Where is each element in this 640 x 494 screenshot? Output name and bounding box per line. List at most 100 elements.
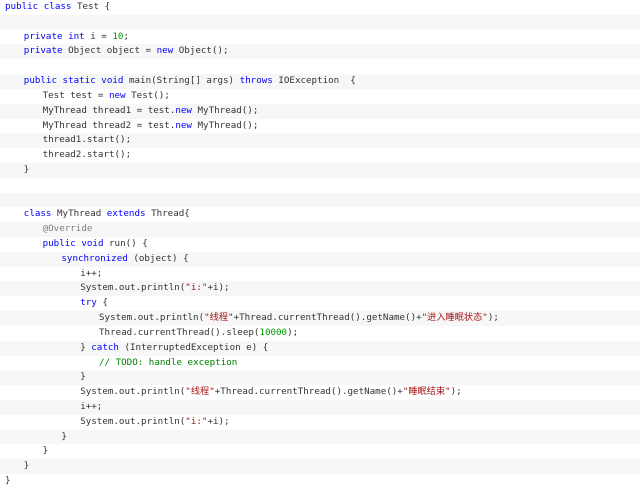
code-token: extends	[106, 208, 146, 220]
code-line: } catch (InterruptedException e) {	[0, 340, 640, 356]
code-line: }	[0, 474, 640, 489]
code-token: MyThread thread2 = test.	[42, 119, 176, 131]
code-token: +Thread.currentThread().getName()+	[214, 386, 403, 398]
code-token: MyThread();	[191, 119, 259, 131]
code-token: private	[23, 45, 63, 57]
code-token: public	[23, 75, 57, 87]
code-token: "i:"	[185, 282, 208, 294]
code-line: synchronized (object) {	[0, 251, 640, 267]
code-token: Test {	[71, 1, 111, 12]
code-token: private	[23, 30, 63, 42]
code-line: System.out.println("i:"+i);	[0, 281, 640, 297]
code-token: "睡眠结束"	[402, 386, 451, 398]
code-line: private int i = 10;	[0, 29, 640, 45]
code-line: thread2.start();	[0, 148, 640, 163]
code-token: System.out.println(	[80, 415, 186, 427]
code-line: private Object object = new Object();	[0, 44, 640, 60]
code-line: i++;	[0, 266, 640, 282]
code-token: +i);	[207, 415, 230, 427]
code-token: }	[80, 371, 86, 383]
code-line: class MyThread extends Thread{	[0, 207, 640, 223]
code-line: }	[0, 370, 640, 386]
code-token: 10000	[259, 326, 288, 338]
code-token: "线程"	[204, 312, 234, 324]
code-line: }	[0, 459, 640, 474]
code-token: Test test =	[42, 89, 109, 101]
code-token: }	[23, 163, 30, 175]
code-token: i++;	[80, 267, 103, 279]
code-token: i =	[84, 30, 113, 42]
code-line: }	[0, 429, 640, 445]
code-token: thread1.start();	[42, 134, 132, 146]
code-token: (InterruptedException e) {	[118, 341, 269, 353]
code-token: MyThread();	[191, 104, 259, 116]
code-token: 10	[112, 30, 124, 42]
code-token: MyThread	[51, 208, 107, 220]
code-token: System.out.println(	[80, 282, 186, 294]
code-token: @Override	[42, 223, 93, 235]
code-token: );	[487, 312, 499, 324]
code-token: MyThread thread1 = test.	[42, 104, 176, 116]
code-token: public	[42, 238, 76, 249]
code-token: Thread.currentThread().sleep(	[99, 326, 260, 338]
code-token: "进入睡眠状态"	[421, 312, 488, 324]
code-token: System.out.println(	[99, 312, 205, 324]
code-line	[0, 59, 640, 75]
code-token: new	[108, 89, 126, 101]
code-token: run() {	[103, 238, 148, 249]
code-line: i++;	[0, 399, 640, 415]
code-token: "线程"	[185, 386, 215, 398]
code-line: System.out.println("i:"+i);	[0, 414, 640, 430]
code-token: Thread{	[145, 208, 190, 220]
code-line: MyThread thread1 = test.new MyThread();	[0, 103, 640, 119]
code-line: System.out.println("线程"+Thread.currentTh…	[0, 311, 640, 326]
code-token: }	[61, 430, 67, 442]
code-token: static	[62, 75, 96, 87]
code-token: (object) {	[127, 252, 189, 264]
code-token: class	[23, 208, 52, 220]
code-token: }	[80, 341, 92, 353]
code-token: synchronized	[61, 252, 128, 264]
code-token: Object();	[173, 45, 229, 57]
code-token: }	[5, 475, 11, 486]
code-block: public class Test { private int i = 10; p…	[0, 0, 640, 489]
code-token: try	[80, 297, 97, 309]
code-token: int	[68, 30, 85, 42]
code-line: }	[0, 444, 640, 460]
code-line: MyThread thread2 = test.new MyThread();	[0, 118, 640, 134]
code-line: // TODO: handle exception	[0, 355, 640, 371]
code-line	[0, 14, 640, 30]
code-line: public static void main(String[] args) t…	[0, 74, 640, 89]
code-token: void	[101, 75, 124, 87]
code-line	[0, 192, 640, 208]
code-token: i++;	[80, 400, 103, 412]
code-token: main(String[] args)	[123, 75, 240, 87]
code-token: +Thread.currentThread().getName()+	[233, 312, 422, 324]
code-line: @Override	[0, 222, 640, 237]
code-token: public	[5, 1, 39, 12]
code-token: class	[43, 1, 72, 12]
code-token: ;	[123, 30, 129, 42]
code-token: throws	[239, 75, 273, 87]
code-token: new	[175, 119, 192, 131]
code-token: "i:"	[185, 415, 208, 427]
code-token: +i);	[207, 282, 230, 294]
code-line: try {	[0, 296, 640, 312]
code-line: public class Test {	[0, 0, 640, 15]
code-line: Test test = new Test();	[0, 88, 640, 104]
code-token: void	[81, 238, 104, 249]
code-line	[0, 177, 640, 193]
code-token: Object object =	[62, 45, 157, 57]
code-line: }	[0, 162, 640, 178]
code-token: Test();	[125, 89, 170, 101]
code-token: }	[23, 460, 30, 472]
code-line: thread1.start();	[0, 133, 640, 149]
code-token: System.out.println(	[80, 386, 186, 398]
code-token: // TODO: handle exception	[99, 356, 238, 368]
code-token: IOException {	[272, 75, 356, 87]
code-token: catch	[91, 341, 119, 353]
code-token: {	[96, 297, 108, 309]
code-token: );	[450, 386, 462, 398]
code-line: System.out.println("线程"+Thread.currentTh…	[0, 385, 640, 400]
code-token: new	[156, 45, 174, 57]
